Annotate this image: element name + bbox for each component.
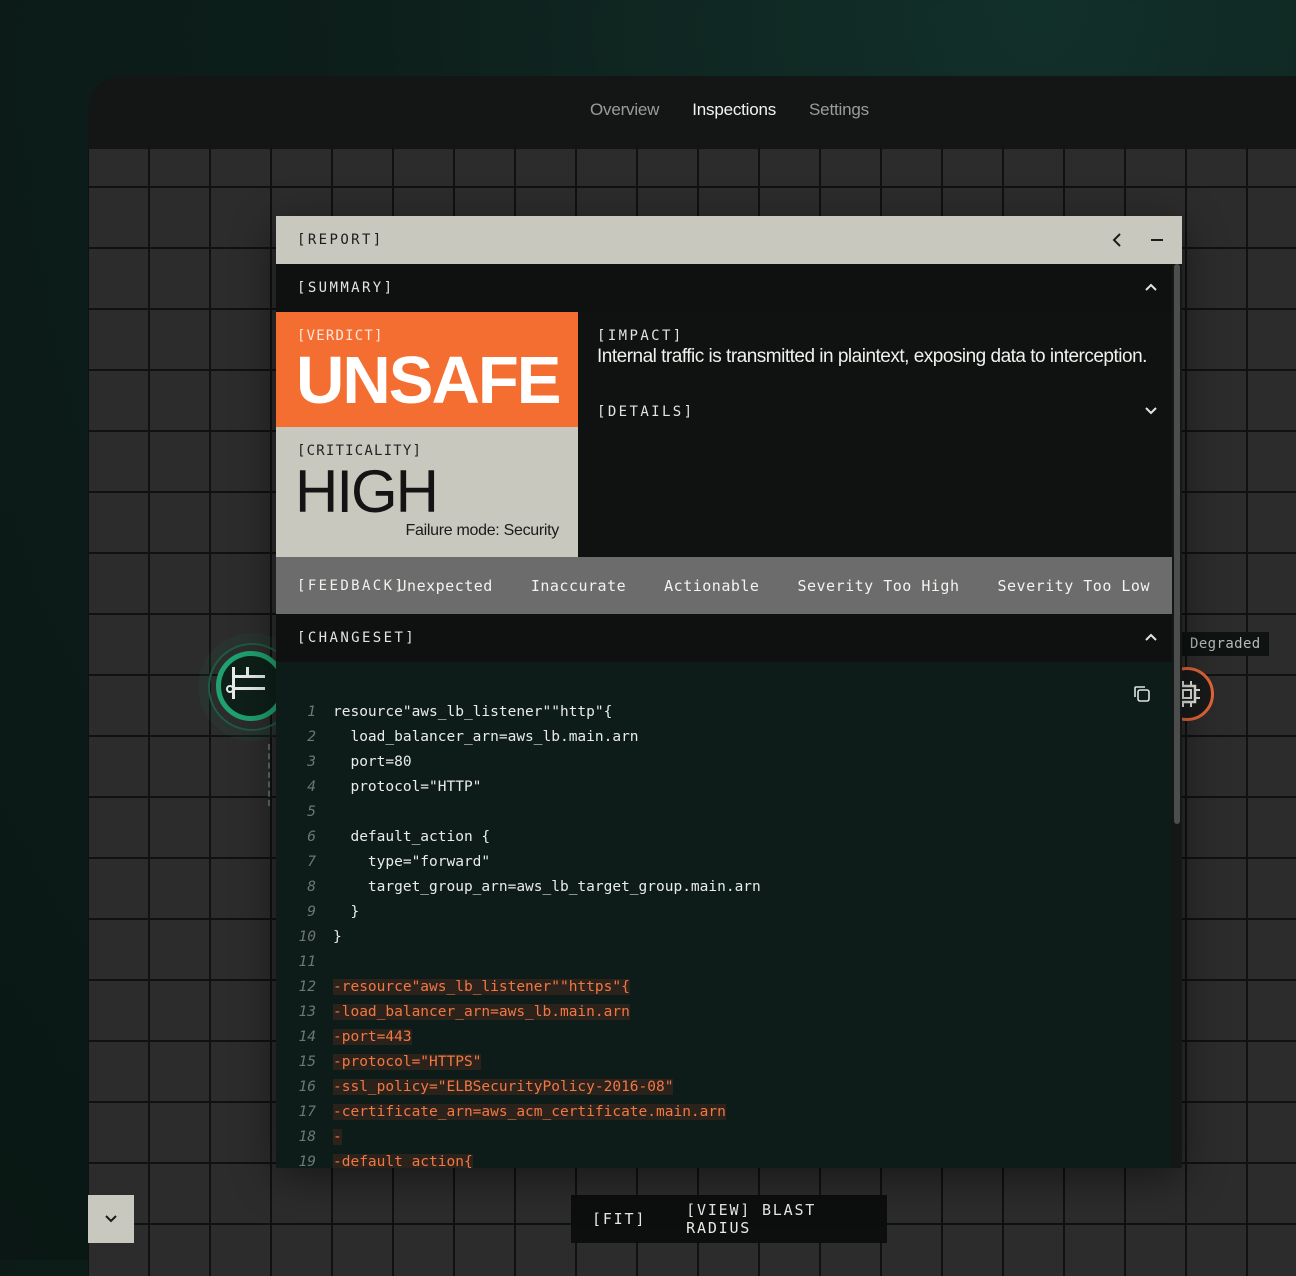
code-text: target_group_arn=aws_lb_target_group.mai…: [333, 879, 761, 895]
feedback-options: Unexpected Inaccurate Actionable Severit…: [398, 577, 1150, 595]
feedback-severity-too-low[interactable]: Severity Too Low: [998, 577, 1151, 595]
top-nav: Overview Inspections Settings: [88, 76, 1296, 149]
line-number: 15: [298, 1054, 316, 1070]
failure-mode: Failure mode: Security: [405, 522, 560, 539]
code-text: default_action {: [333, 829, 491, 845]
line-number: 11: [298, 954, 316, 970]
code-text: type="forward": [333, 854, 491, 870]
line-number: 2: [307, 729, 316, 745]
impact-text: Internal traffic is transmitted in plain…: [597, 346, 1147, 367]
nav-settings[interactable]: Settings: [809, 100, 869, 120]
verdict-card: [VERDICT] UNSAFE: [276, 312, 578, 427]
nav-inspections[interactable]: Inspections: [692, 100, 776, 120]
code-text: -port=443: [333, 1029, 412, 1045]
line-number: 16: [298, 1079, 316, 1095]
fit-button[interactable]: [FIT]: [592, 1210, 646, 1228]
load-balancer-icon: [226, 667, 265, 699]
code-view[interactable]: 1 resource"aws_lb_listener""http"{ 2 load_…: [276, 662, 1172, 1168]
feedback-label: [FEEDBACK]: [297, 578, 406, 594]
copy-icon[interactable]: [1132, 684, 1152, 708]
changeset-header[interactable]: [CHANGESET]: [276, 614, 1172, 662]
changeset-label: [CHANGESET]: [297, 630, 417, 646]
graph-edge: [268, 744, 270, 806]
report-panel: [REPORT] [SUMMARY] [VERDICT] UNSAFE [CRI…: [276, 216, 1182, 1168]
nav-links: Overview Inspections Settings: [590, 100, 869, 120]
line-number: 4: [307, 779, 316, 795]
code-text: }: [333, 929, 342, 945]
chevron-left-icon: [1112, 233, 1121, 247]
line-number: 13: [298, 1004, 316, 1020]
bottom-toolbar: [FIT] [VIEW] BLAST RADIUS: [571, 1195, 887, 1243]
report-header: [REPORT]: [276, 216, 1182, 264]
line-number: 7: [307, 854, 316, 870]
line-number: 5: [307, 804, 316, 820]
verdict-value: UNSAFE: [296, 343, 561, 418]
code-text: -: [333, 1129, 342, 1145]
chevron-down-icon: [105, 1215, 117, 1223]
code-text: }: [333, 904, 360, 920]
summary-header[interactable]: [SUMMARY]: [276, 264, 1172, 312]
minus-icon: [1151, 239, 1163, 241]
feedback-inaccurate[interactable]: Inaccurate: [531, 577, 626, 595]
details-tag: [DETAILS]: [597, 404, 695, 420]
criticality-value: HIGH: [295, 458, 439, 525]
line-number: 1: [307, 704, 316, 720]
code-text: load_balancer_arn=aws_lb.main.arn: [333, 729, 639, 745]
code-text: port=80: [333, 754, 412, 770]
chevron-up-icon[interactable]: [1144, 630, 1158, 649]
line-number: 12: [298, 979, 316, 995]
chevron-down-icon[interactable]: [1144, 404, 1158, 423]
feedback-unexpected[interactable]: Unexpected: [398, 577, 493, 595]
view-blast-radius-button[interactable]: [VIEW] BLAST RADIUS: [686, 1201, 887, 1237]
impact-tag: [IMPACT]: [597, 328, 684, 344]
code-text: -ssl_policy="ELBSecurityPolicy-2016-08": [333, 1079, 674, 1095]
chevron-up-icon[interactable]: [1144, 280, 1158, 299]
line-number: 9: [307, 904, 316, 920]
line-number: 8: [307, 879, 316, 895]
line-number: 6: [307, 829, 316, 845]
feedback-actionable[interactable]: Actionable: [664, 577, 759, 595]
collapse-panel-button[interactable]: [88, 1195, 134, 1243]
nav-overview[interactable]: Overview: [590, 100, 659, 120]
details-toggle[interactable]: [DETAILS]: [597, 396, 1172, 426]
criticality-card: [CRITICALITY] HIGH Failure mode: Securit…: [276, 427, 578, 557]
code-text: resource"aws_lb_listener""http"{: [333, 704, 613, 720]
line-number: 17: [298, 1104, 316, 1120]
report-title: [REPORT]: [297, 232, 384, 248]
feedback-severity-too-high[interactable]: Severity Too High: [797, 577, 959, 595]
feedback-bar: [FEEDBACK] Unexpected Inaccurate Actiona…: [276, 557, 1172, 614]
line-number: 3: [307, 754, 316, 770]
line-number: 14: [298, 1029, 316, 1045]
scrollbar-thumb[interactable]: [1174, 264, 1180, 824]
line-number: 19: [298, 1154, 316, 1168]
scrollbar[interactable]: [1172, 264, 1182, 1168]
summary-label: [SUMMARY]: [297, 280, 395, 296]
code-text: -certificate_arn=aws_acm_certificate.mai…: [333, 1104, 726, 1120]
line-number: 10: [298, 929, 316, 945]
code-text: -resource"aws_lb_listener""https"{: [333, 979, 630, 995]
line-number: 18: [298, 1129, 316, 1145]
degraded-label: Degraded: [1182, 632, 1269, 656]
code-text: -load_balancer_arn=aws_lb.main.arn: [333, 1004, 630, 1020]
code-text: -default_action{: [333, 1154, 473, 1168]
minimize-button[interactable]: [1150, 232, 1164, 253]
code-text: -protocol="HTTPS": [333, 1054, 482, 1070]
code-text: protocol="HTTP": [333, 779, 482, 795]
back-button[interactable]: [1112, 232, 1122, 253]
